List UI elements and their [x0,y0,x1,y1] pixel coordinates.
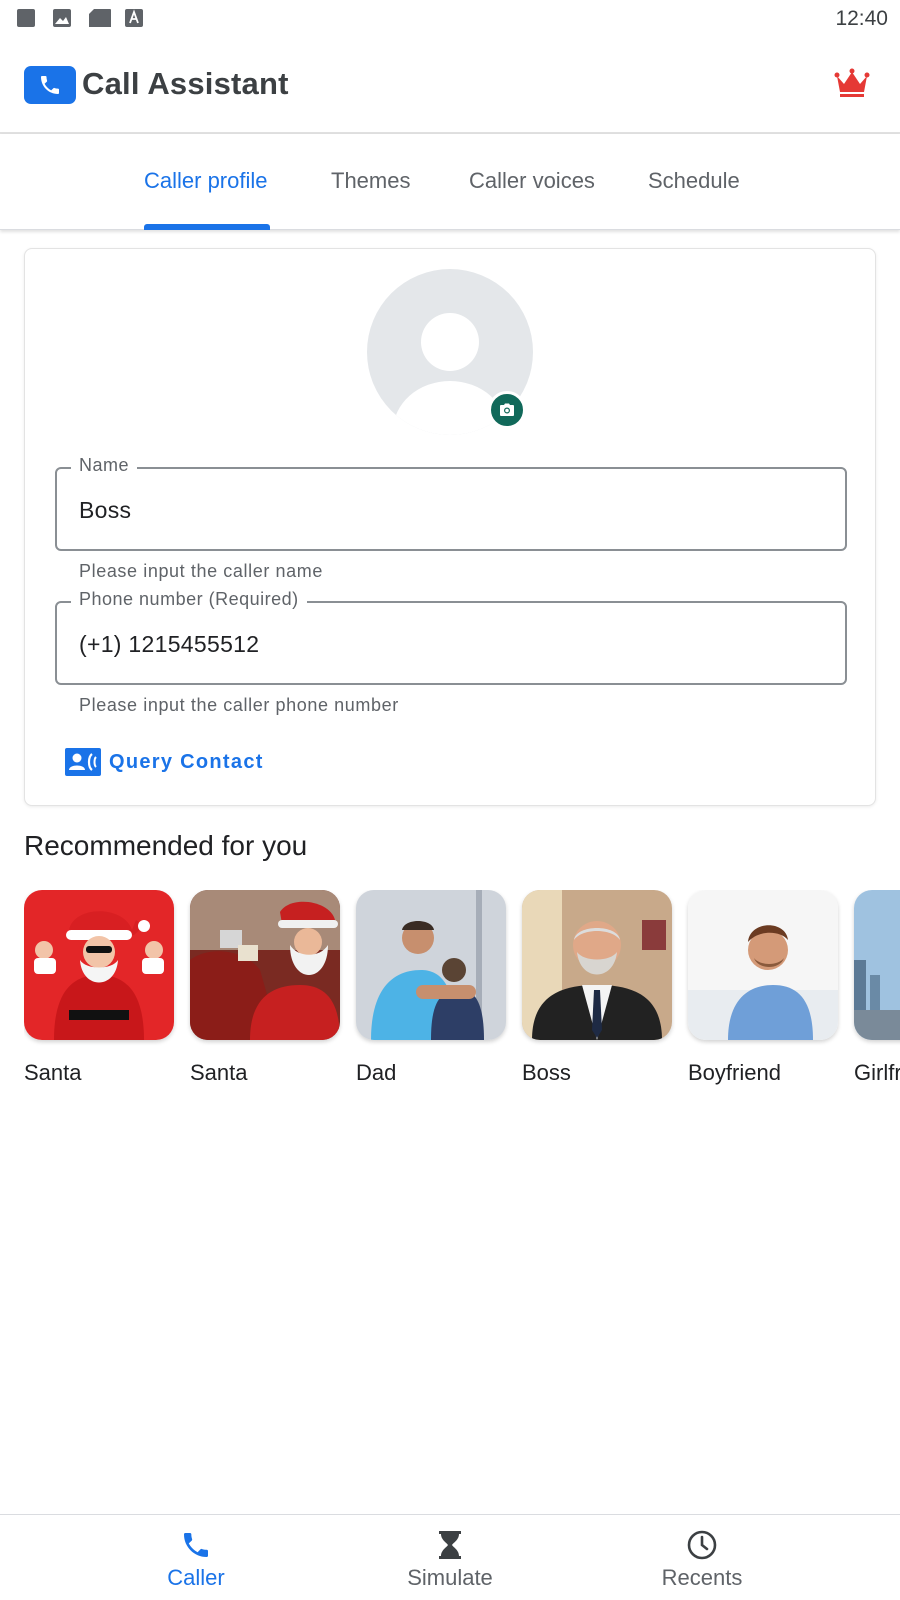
nav-recents[interactable]: Recents [612,1515,792,1600]
recommended-item-label: Boyfriend [688,1060,781,1085]
recommended-item-santa[interactable]: Santa [24,890,176,1086]
query-contact-button[interactable]: Query Contact [65,747,264,777]
crown-icon[interactable] [834,68,870,98]
app-bar: Call Assistant [0,38,900,134]
hourglass-icon [434,1529,466,1561]
recommended-item-label: Santa [190,1060,248,1085]
dad-photo [356,890,506,1040]
nav-caller[interactable]: Caller [106,1515,286,1600]
query-contact-label: Query Contact [109,750,264,773]
status-bar: 12:40 [0,0,900,38]
tab-themes[interactable]: Themes [331,168,410,194]
nav-recents-label: Recents [661,1565,743,1590]
boyfriend-photo [688,890,838,1040]
tab-schedule[interactable]: Schedule [648,168,740,194]
boss-photo [522,890,672,1040]
bottom-navigation: Caller Simulate Recents [0,1514,900,1600]
nav-caller-label: Caller [167,1565,225,1590]
font-a-icon [125,9,143,27]
name-field-label: Name [71,455,138,476]
tab-caller-voices[interactable]: Caller voices [469,168,595,194]
name-helper-text: Please input the caller name [79,561,323,581]
girlfriend-photo [854,890,900,1040]
santa-with-gifts-photo [190,890,340,1040]
phone-number-field[interactable]: Phone number (Required) (+1) 1215455512 [55,589,847,685]
sd-card-icon [89,9,111,27]
app-title: Call Assistant [82,66,289,101]
recommended-list[interactable]: Santa Santa Dad Boss Boyfriend Girlfr [24,890,900,1100]
image-icon [53,9,71,27]
recommended-item-boss[interactable]: Boss [522,890,674,1086]
name-field-value[interactable]: Boss [79,497,131,524]
recommended-item-label: Santa [24,1060,82,1085]
phone-field-label: Phone number (Required) [71,589,307,610]
recommended-title: Recommended for you [24,830,308,861]
recommended-item-santa-2[interactable]: Santa [190,890,342,1086]
recommended-item-label: Dad [356,1060,397,1085]
tab-caller-profile[interactable]: Caller profile [144,168,268,194]
name-field[interactable]: Name Boss [55,455,847,551]
person-icon [421,313,479,371]
phone-helper-text: Please input the caller phone number [79,695,399,715]
santa-photo [24,890,174,1040]
clock-icon [686,1529,718,1561]
recommended-item-dad[interactable]: Dad [356,890,508,1086]
status-time: 12:40 [835,7,888,30]
square-icon [17,9,35,27]
contact-card-icon [65,748,101,776]
nav-simulate-label: Simulate [407,1565,493,1590]
tab-bar: Caller profile Themes Caller voices Sche… [0,134,900,230]
phone-field-value[interactable]: (+1) 1215455512 [79,631,259,658]
change-photo-button[interactable] [488,391,526,429]
camera-icon [500,403,514,416]
recommended-item-label: Boss [522,1060,571,1085]
app-logo [24,66,76,104]
phone-icon [180,1529,212,1561]
recommended-item-girlfriend[interactable]: Girlfriend [854,890,900,1086]
recommended-item-boyfriend[interactable]: Boyfriend [688,890,840,1086]
recommended-item-label: Girlfriend [854,1060,900,1085]
phone-icon [41,76,59,94]
nav-simulate[interactable]: Simulate [360,1515,540,1600]
tab-indicator [144,224,270,230]
caller-profile-card: Name Boss Please input the caller name P… [24,248,876,806]
